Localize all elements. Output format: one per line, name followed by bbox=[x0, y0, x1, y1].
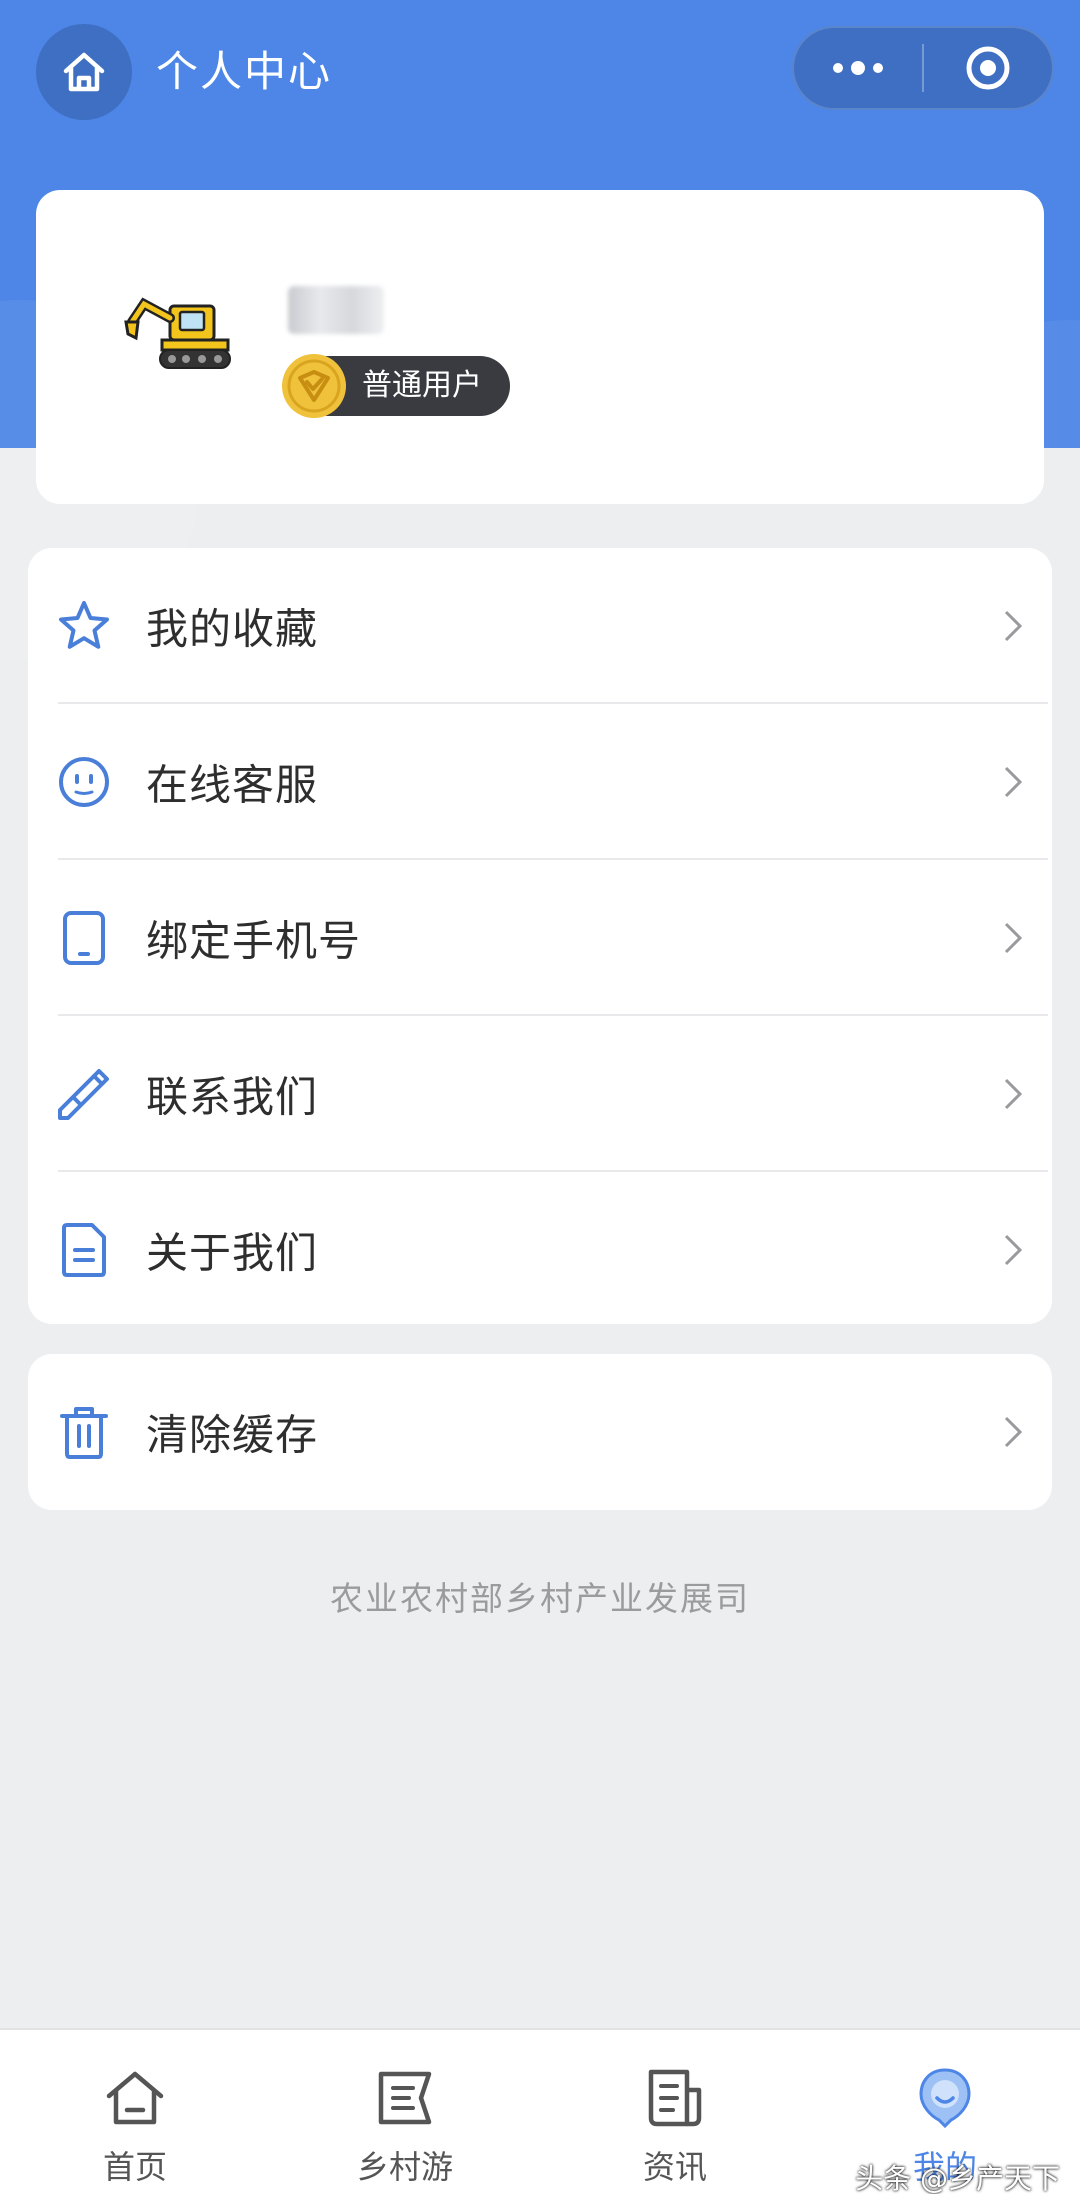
tour-tab-icon bbox=[378, 2071, 432, 2125]
chevron-right-icon bbox=[1004, 766, 1023, 798]
phone-icon bbox=[63, 911, 105, 965]
chevron-right-icon bbox=[1004, 1416, 1023, 1448]
chevron-right-icon bbox=[1004, 610, 1023, 642]
home-icon bbox=[63, 52, 105, 92]
smile-face-icon bbox=[59, 757, 109, 807]
menu-card-cache: 清除缓存 bbox=[28, 1354, 1052, 1510]
menu-item-label: 在线客服 bbox=[146, 760, 319, 810]
footer-organization: 农业农村部乡村产业发展司 bbox=[330, 1579, 750, 1618]
trash-icon bbox=[60, 1407, 108, 1459]
tab-rural-tour[interactable]: 乡村游 bbox=[270, 2030, 540, 2194]
page-title: 个人中心 bbox=[156, 47, 333, 96]
menu-item-label: 联系我们 bbox=[146, 1072, 319, 1122]
profile-tab-icon bbox=[919, 2068, 971, 2129]
tab-label: 首页 bbox=[102, 2148, 167, 2186]
menu-card-main: 我的收藏 在线客服 绑定手机号 联系我们 关于我们 bbox=[28, 548, 1052, 1324]
badge-label: 普通用户 bbox=[362, 368, 482, 403]
user-level-badge: 普通用户 bbox=[282, 354, 510, 418]
chevron-right-icon bbox=[1004, 922, 1023, 954]
menu-item-label: 我的收藏 bbox=[146, 604, 319, 654]
pencil-icon bbox=[58, 1069, 109, 1120]
username-blurred bbox=[288, 286, 384, 334]
menu-item-favorites[interactable]: 我的收藏 bbox=[28, 548, 1052, 704]
tab-news[interactable]: 资讯 bbox=[540, 2030, 810, 2194]
profile-card: 普通用户 bbox=[36, 190, 1044, 504]
more-dots-icon bbox=[833, 61, 883, 75]
watermark: 头条 @乡产天下 bbox=[855, 2162, 1060, 2194]
menu-item-clear-cache[interactable]: 清除缓存 bbox=[28, 1354, 1052, 1510]
home-tab-icon bbox=[106, 2071, 164, 2125]
document-icon bbox=[62, 1223, 106, 1277]
tab-home[interactable]: 首页 bbox=[0, 2030, 270, 2194]
star-icon bbox=[59, 601, 109, 649]
target-icon bbox=[966, 46, 1010, 90]
menu-item-about-us[interactable]: 关于我们 bbox=[28, 1172, 1052, 1328]
page: 个人中心 普通用户 我的收藏 在线客服 绑定手机号 联系我们 关于我们 清除缓存… bbox=[0, 0, 1080, 2194]
avatar[interactable] bbox=[124, 288, 234, 378]
menu-item-customer-service[interactable]: 在线客服 bbox=[28, 704, 1052, 860]
menu-item-bind-phone[interactable]: 绑定手机号 bbox=[28, 860, 1052, 1016]
home-button[interactable] bbox=[36, 24, 132, 120]
menu-item-contact-us[interactable]: 联系我们 bbox=[28, 1016, 1052, 1172]
menu-item-label: 关于我们 bbox=[146, 1228, 319, 1278]
more-button[interactable] bbox=[794, 28, 922, 108]
menu-item-label: 清除缓存 bbox=[146, 1410, 319, 1460]
tab-label: 资讯 bbox=[642, 2148, 707, 2186]
close-button[interactable] bbox=[924, 28, 1052, 108]
shield-check-icon bbox=[282, 354, 346, 418]
tab-label: 乡村游 bbox=[356, 2148, 453, 2186]
chevron-right-icon bbox=[1004, 1078, 1023, 1110]
mini-program-capsule bbox=[792, 26, 1054, 110]
news-tab-icon bbox=[648, 2069, 702, 2127]
menu-item-label: 绑定手机号 bbox=[146, 916, 362, 966]
chevron-right-icon bbox=[1004, 1234, 1023, 1266]
